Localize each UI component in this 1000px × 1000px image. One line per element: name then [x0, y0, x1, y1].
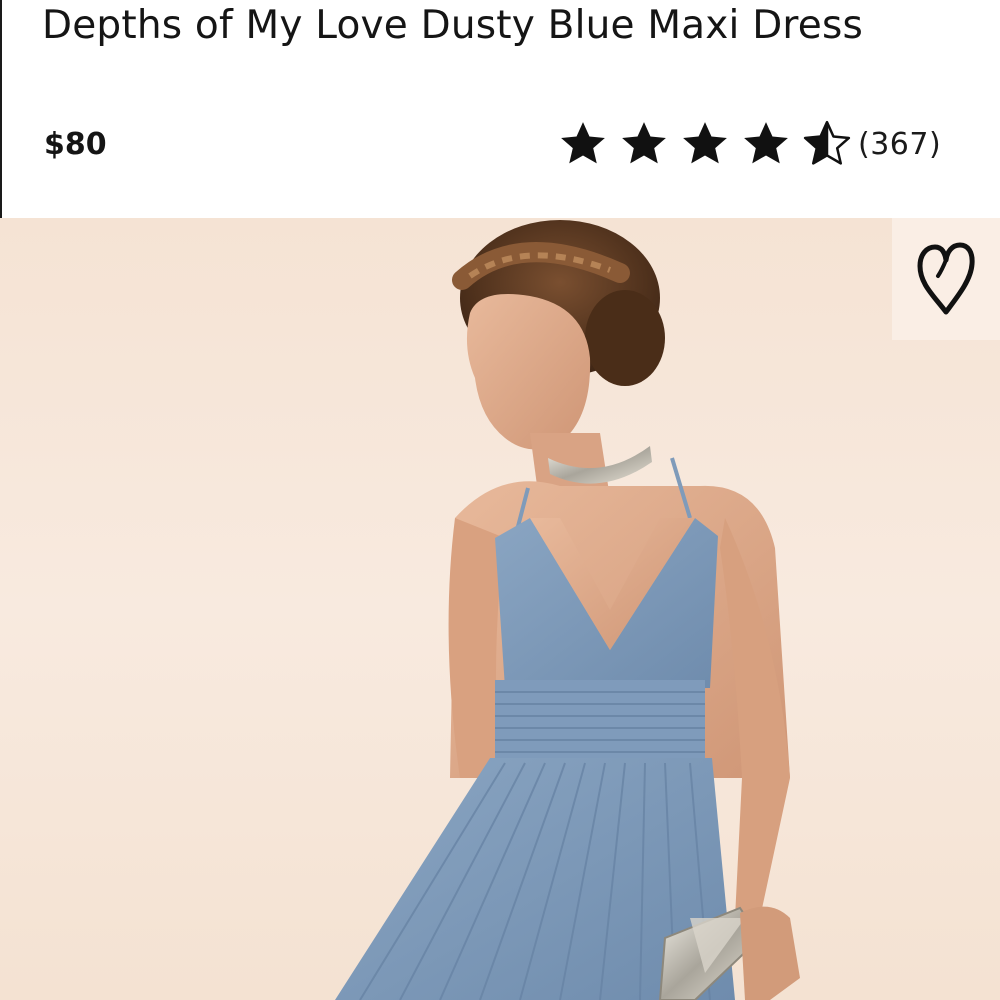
star-full-icon [683, 122, 727, 164]
product-image[interactable] [0, 218, 1000, 1000]
star-full-icon [561, 122, 605, 164]
wishlist-button[interactable] [892, 218, 1000, 340]
product-rating[interactable]: (367) [558, 116, 941, 172]
product-price: $80 [44, 127, 107, 162]
star-full-icon [622, 122, 666, 164]
star-full-icon [744, 122, 788, 164]
product-page: Depths of My Love Dusty Blue Maxi Dress … [0, 0, 1000, 1000]
product-info-header: Depths of My Love Dusty Blue Maxi Dress … [0, 0, 1000, 218]
star-rating [558, 119, 858, 169]
heart-outline-icon [917, 242, 975, 315]
model-photo [0, 218, 1000, 1000]
review-count[interactable]: (367) [858, 127, 941, 162]
product-title: Depths of My Love Dusty Blue Maxi Dress [42, 3, 864, 48]
star-half-icon [803, 120, 851, 165]
